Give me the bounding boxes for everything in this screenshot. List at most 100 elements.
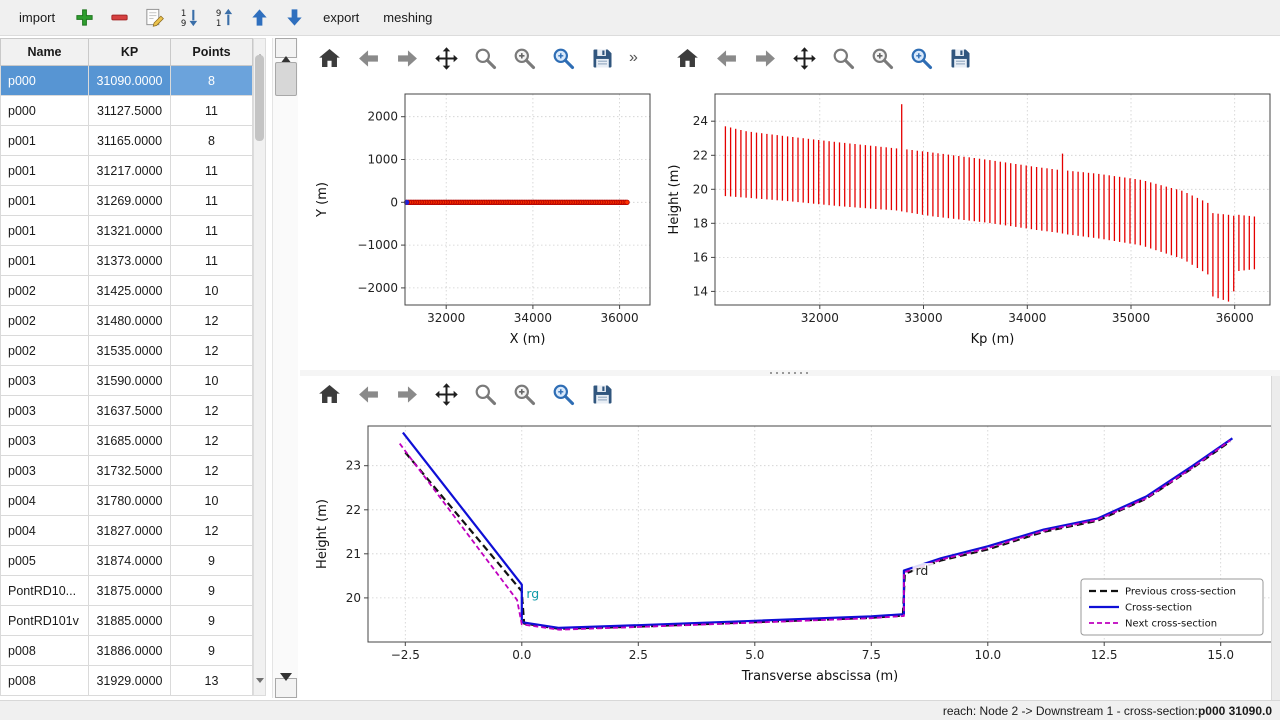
zoom-button[interactable] <box>470 43 500 73</box>
cell-name[interactable]: p004 <box>1 486 89 516</box>
home-button[interactable] <box>314 43 344 73</box>
zoom-box-button[interactable] <box>906 43 936 73</box>
cell-name[interactable]: p002 <box>1 306 89 336</box>
cell-points[interactable]: 8 <box>171 66 253 96</box>
panel-scroll-down-button[interactable] <box>275 678 297 698</box>
column-header-points[interactable]: Points <box>171 39 253 66</box>
sort-ascending-button[interactable]: 91 <box>210 4 238 32</box>
cell-name[interactable]: p002 <box>1 336 89 366</box>
toolbar-overflow-button[interactable]: » <box>626 49 641 67</box>
save-button[interactable] <box>587 43 617 73</box>
zoom-button[interactable] <box>828 43 858 73</box>
table-row[interactable]: p00231480.000012 <box>1 306 253 336</box>
cell-points[interactable]: 10 <box>171 366 253 396</box>
cell-points[interactable]: 13 <box>171 666 253 696</box>
table-row[interactable]: p00331685.000012 <box>1 426 253 456</box>
cell-name[interactable]: p001 <box>1 186 89 216</box>
cell-points[interactable]: 12 <box>171 306 253 336</box>
cell-points[interactable]: 8 <box>171 126 253 156</box>
cell-points[interactable]: 11 <box>171 156 253 186</box>
cell-name[interactable]: p003 <box>1 366 89 396</box>
cell-kp[interactable]: 31165.0000 <box>89 126 171 156</box>
zoom-in-button[interactable] <box>509 43 539 73</box>
cell-points[interactable]: 11 <box>171 216 253 246</box>
home-button[interactable] <box>314 379 344 409</box>
cell-name[interactable]: p002 <box>1 276 89 306</box>
cross-section-plot[interactable]: −2.50.02.55.07.510.012.515.020212223Tran… <box>300 412 1280 700</box>
cell-points[interactable]: 12 <box>171 396 253 426</box>
cell-points[interactable]: 10 <box>171 276 253 306</box>
column-header-name[interactable]: Name <box>1 39 89 66</box>
cell-points[interactable]: 11 <box>171 186 253 216</box>
table-row[interactable]: p00231425.000010 <box>1 276 253 306</box>
cell-name[interactable]: p005 <box>1 546 89 576</box>
cell-name[interactable]: p001 <box>1 216 89 246</box>
panel-scrollbar-thumb[interactable] <box>275 62 297 96</box>
edit-button[interactable] <box>140 4 168 32</box>
move-down-button[interactable] <box>280 4 308 32</box>
table-row[interactable]: p00031090.00008 <box>1 66 253 96</box>
table-row[interactable]: p00331637.500012 <box>1 396 253 426</box>
table-row[interactable]: p00031127.500011 <box>1 96 253 126</box>
cross-sections-table[interactable]: Name KP Points p00031090.00008p00031127.… <box>0 38 253 696</box>
cell-kp[interactable]: 31269.0000 <box>89 186 171 216</box>
export-button[interactable]: export <box>314 6 368 29</box>
plan-view-plot[interactable]: 320003400036000−2000−1000010002000X (m)Y… <box>300 80 658 368</box>
cell-kp[interactable]: 31732.5000 <box>89 456 171 486</box>
move-up-button[interactable] <box>245 4 273 32</box>
forward-button[interactable] <box>750 43 780 73</box>
cell-kp[interactable]: 31090.0000 <box>89 66 171 96</box>
cell-kp[interactable]: 31425.0000 <box>89 276 171 306</box>
cell-name[interactable]: p001 <box>1 156 89 186</box>
cell-kp[interactable]: 31637.5000 <box>89 396 171 426</box>
cell-kp[interactable]: 31685.0000 <box>89 426 171 456</box>
cell-name[interactable]: PontRD10... <box>1 576 89 606</box>
cell-kp[interactable]: 31590.0000 <box>89 366 171 396</box>
table-scrollbar-thumb[interactable] <box>255 55 264 141</box>
back-button[interactable] <box>711 43 741 73</box>
cell-points[interactable]: 12 <box>171 426 253 456</box>
sort-descending-button[interactable]: 19 <box>175 4 203 32</box>
cell-points[interactable]: 12 <box>171 336 253 366</box>
zoom-in-button[interactable] <box>509 379 539 409</box>
forward-button[interactable] <box>392 379 422 409</box>
bottom-panel-scrollbar[interactable] <box>1271 376 1280 700</box>
cell-name[interactable]: p004 <box>1 516 89 546</box>
table-row[interactable]: p00431780.000010 <box>1 486 253 516</box>
cell-kp[interactable]: 31875.0000 <box>89 576 171 606</box>
cell-kp[interactable]: 31373.0000 <box>89 246 171 276</box>
cell-points[interactable]: 9 <box>171 606 253 636</box>
cell-name[interactable]: p008 <box>1 666 89 696</box>
cell-points[interactable]: 10 <box>171 486 253 516</box>
table-row[interactable]: p00131373.000011 <box>1 246 253 276</box>
cell-points[interactable]: 9 <box>171 636 253 666</box>
back-button[interactable] <box>353 43 383 73</box>
cell-kp[interactable]: 31217.0000 <box>89 156 171 186</box>
pan-button[interactable] <box>431 43 461 73</box>
column-header-kp[interactable]: KP <box>89 39 171 66</box>
cell-name[interactable]: p003 <box>1 456 89 486</box>
table-row[interactable]: p00531874.00009 <box>1 546 253 576</box>
cell-kp[interactable]: 31127.5000 <box>89 96 171 126</box>
cell-kp[interactable]: 31874.0000 <box>89 546 171 576</box>
table-row[interactable]: PontRD10...31875.00009 <box>1 576 253 606</box>
back-button[interactable] <box>353 379 383 409</box>
cell-name[interactable]: p003 <box>1 396 89 426</box>
table-row[interactable]: PontRD101v31885.00009 <box>1 606 253 636</box>
cell-kp[interactable]: 31480.0000 <box>89 306 171 336</box>
cell-points[interactable]: 9 <box>171 576 253 606</box>
zoom-in-button[interactable] <box>867 43 897 73</box>
table-row[interactable]: p00331732.500012 <box>1 456 253 486</box>
table-scroll-up-button[interactable] <box>254 39 265 51</box>
cell-points[interactable]: 11 <box>171 96 253 126</box>
home-button[interactable] <box>672 43 702 73</box>
cell-kp[interactable]: 31929.0000 <box>89 666 171 696</box>
cell-name[interactable]: PontRD101v <box>1 606 89 636</box>
remove-button[interactable] <box>105 4 133 32</box>
cell-kp[interactable]: 31886.0000 <box>89 636 171 666</box>
panel-scroll-up-button[interactable] <box>275 38 297 58</box>
table-row[interactable]: p00131269.000011 <box>1 186 253 216</box>
save-button[interactable] <box>945 43 975 73</box>
cell-kp[interactable]: 31535.0000 <box>89 336 171 366</box>
cell-kp[interactable]: 31780.0000 <box>89 486 171 516</box>
